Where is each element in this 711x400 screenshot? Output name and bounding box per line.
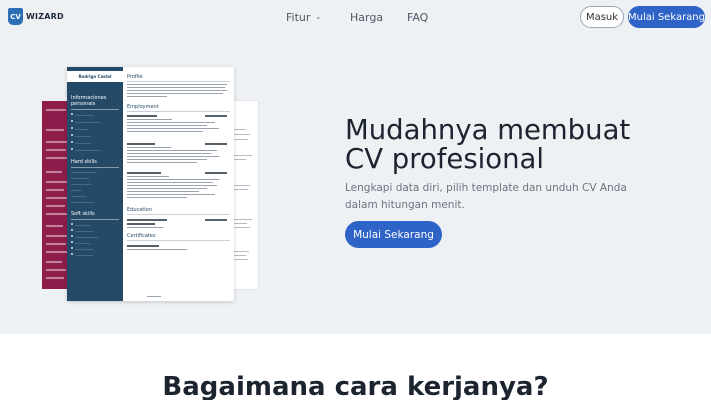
- cv-side-heading: Soft skills: [71, 211, 95, 217]
- hero-subtitle: Lengkapi data diri, pilih template dan u…: [345, 182, 627, 211]
- start-now-nav-button[interactable]: Mulai Sekarang: [628, 6, 705, 28]
- cv-section-heading: Certificates: [127, 233, 156, 239]
- cv-main-column: Profile Employment Education Certificate…: [127, 67, 232, 301]
- nav-fitur-dropdown[interactable]: Fitur ⌄: [286, 11, 321, 24]
- cv-template-back-right: [232, 101, 258, 289]
- cv-name: Rodrigo Castel: [67, 71, 123, 82]
- cv-section-heading: Employment: [127, 104, 159, 110]
- login-button[interactable]: Masuk: [580, 6, 624, 28]
- cv-side-heading: Informaciones personais: [71, 95, 107, 107]
- chevron-down-icon: ⌄: [315, 13, 322, 21]
- logo-mark-icon: CV: [8, 8, 23, 25]
- nav-harga-link[interactable]: Harga: [350, 11, 383, 24]
- nav-fitur-label: Fitur: [286, 11, 311, 24]
- cv-template-front: Rodrigo Castel Informaciones personais —…: [67, 67, 234, 301]
- nav-faq-link[interactable]: FAQ: [407, 11, 428, 24]
- cv-sidebar: Rodrigo Castel Informaciones personais —…: [67, 67, 123, 301]
- cv-side-heading: Hard skills: [71, 159, 97, 165]
- start-now-hero-button[interactable]: Mulai Sekarang: [345, 221, 442, 248]
- top-nav: CV WIZARD Fitur ⌄ Harga FAQ Masuk Mulai S…: [0, 0, 711, 36]
- how-it-works-heading: Bagaimana cara kerjanya?: [162, 372, 549, 400]
- cv-section-heading: Education: [127, 207, 152, 213]
- cv-section-heading: Profile: [127, 74, 143, 80]
- logo[interactable]: CV WIZARD: [8, 8, 64, 25]
- hero-title: Mudahnya membuat CV profesional: [345, 114, 631, 175]
- logo-text: WIZARD: [26, 12, 64, 21]
